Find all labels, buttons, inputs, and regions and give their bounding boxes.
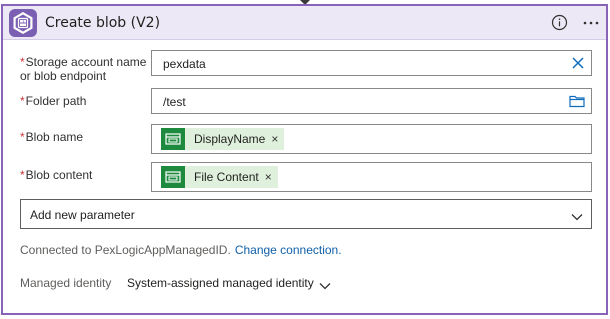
required-marker: * [20,94,25,108]
remove-token-icon[interactable]: × [271,132,284,146]
card-header[interactable]: Create blob (V2) [3,6,606,40]
storage-account-value: pexdata [163,57,206,71]
folder-path-label: *Folder path [20,94,87,108]
dynamic-content-token[interactable]: DisplayName × [161,128,285,150]
storage-account-label: *Storage account name or blob endpoint [20,55,147,83]
required-marker: * [20,168,25,182]
blob-storage-icon [9,9,37,37]
action-title[interactable]: Create blob (V2) [45,15,160,31]
more-options-icon[interactable] [581,14,601,31]
action-card: Create blob (V2) *Storage account name o… [1,4,608,315]
blob-content-field[interactable]: File Content × [151,162,592,192]
blob-storage-icon [161,166,185,188]
add-parameter-dropdown[interactable]: Add new parameter [20,199,592,229]
clear-icon[interactable] [571,56,585,73]
info-icon[interactable] [551,14,568,31]
add-parameter-placeholder: Add new parameter [30,208,135,222]
blob-name-field[interactable]: DisplayName × [151,124,592,154]
dynamic-content-token[interactable]: File Content × [161,166,278,188]
required-marker: * [20,55,25,69]
connection-text: Connected to PexLogicAppManagedID. [20,243,231,257]
chevron-down-icon[interactable] [319,279,331,293]
managed-identity-label: Managed identity [20,276,112,290]
required-marker: * [20,130,25,144]
storage-account-field[interactable]: pexdata [151,50,592,76]
remove-token-icon[interactable]: × [265,170,278,184]
token-label: DisplayName [194,132,266,146]
folder-icon[interactable] [569,94,585,111]
blob-storage-icon [161,128,185,150]
managed-identity-dropdown[interactable]: System-assigned managed identity [127,276,314,290]
change-connection-link[interactable]: Change connection. [235,243,342,257]
connection-info: Connected to PexLogicAppManagedID. Change… [20,243,342,257]
blob-name-label: *Blob name [20,130,84,144]
folder-path-value: /test [163,95,186,109]
token-label: File Content [194,170,259,184]
folder-path-field[interactable]: /test [151,88,592,114]
blob-content-label: *Blob content [20,168,93,182]
chevron-down-icon [571,210,583,224]
